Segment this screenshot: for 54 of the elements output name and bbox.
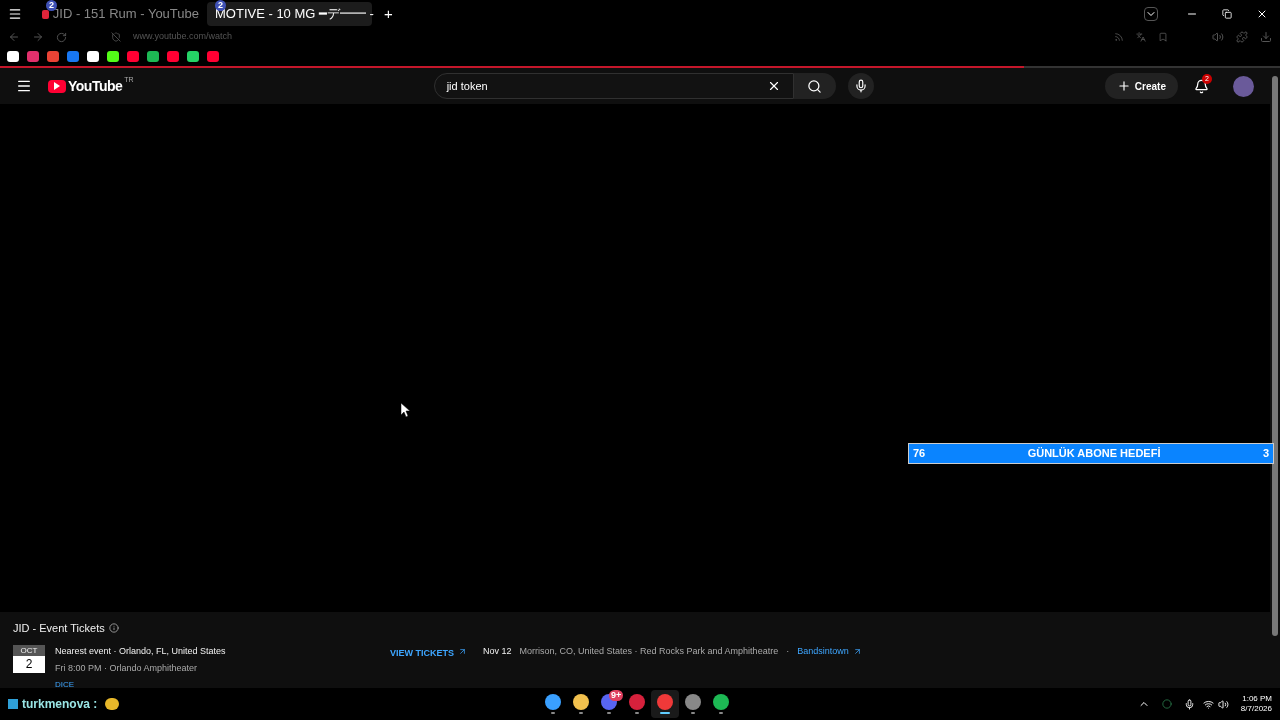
cursor-icon	[401, 403, 410, 417]
event-date: Nov 12	[483, 644, 512, 658]
plus-icon	[1116, 79, 1131, 93]
scrollbar[interactable]	[1270, 68, 1280, 688]
taskbar-app[interactable]: 9+	[595, 690, 624, 718]
bookmark-icon[interactable]	[147, 50, 159, 62]
chat-username: turkmenova :	[22, 696, 98, 713]
view-tickets-link[interactable]: VIEW TICKETS	[390, 646, 467, 660]
date-badge: OCT 2	[13, 644, 45, 689]
ticket-source-link[interactable]: DICE	[55, 679, 390, 689]
separator: ·	[786, 644, 790, 658]
goal-title: GÜNLÜK ABONE HEDEFİ	[1026, 446, 1162, 462]
microphone-icon	[853, 79, 868, 93]
event-detail: Morrison, CO, United States · Red Rocks Park and Amphitheatre	[519, 644, 779, 658]
download-icon[interactable]	[1260, 31, 1272, 43]
external-link-icon	[852, 646, 862, 656]
event-headline: Nearest event · Orlando, FL, United States	[55, 644, 227, 658]
close-icon[interactable]	[1256, 8, 1268, 20]
menu-icon[interactable]	[8, 7, 22, 21]
external-link-icon	[458, 646, 467, 656]
goal-target: 3	[1262, 446, 1269, 462]
emote-icon	[105, 698, 120, 710]
event-detail: Fri 8:00 PM · Orlando Amphitheater	[55, 662, 199, 675]
section-title: JID - Event Tickets	[13, 621, 105, 636]
search-field[interactable]: jid token	[433, 73, 794, 99]
search-button[interactable]	[793, 73, 836, 99]
clock[interactable]: 1:06 PM 8/7/2026	[1240, 694, 1272, 714]
voice-search-button[interactable]	[847, 73, 874, 99]
stream-icon	[8, 699, 18, 709]
microphone-icon[interactable]	[1183, 698, 1195, 710]
create-button[interactable]: Create	[1104, 73, 1178, 99]
taskbar-app[interactable]	[651, 690, 680, 718]
search-icon	[807, 78, 823, 94]
bookmark-icon[interactable]	[107, 50, 119, 62]
bookmark-icon[interactable]	[7, 50, 19, 62]
info-icon[interactable]	[108, 623, 119, 634]
bookmark-icon[interactable]	[187, 50, 199, 62]
app-badge: 9+	[609, 690, 624, 701]
network-icon[interactable]	[1202, 698, 1214, 710]
video-icon	[42, 9, 49, 19]
goal-current: 76	[913, 446, 926, 462]
browser-tab[interactable]: 2 MOTIVE - 10 MG ━デ━━ -	[207, 2, 372, 26]
notifications-icon[interactable]	[1194, 78, 1209, 94]
avatar[interactable]	[1233, 75, 1254, 97]
restore-icon[interactable]	[1222, 9, 1232, 19]
menu-icon[interactable]	[16, 78, 32, 94]
new-tab-button[interactable]: +	[384, 2, 393, 26]
volume-icon[interactable]	[1217, 698, 1229, 710]
logo-icon	[48, 79, 66, 93]
tab-list-icon[interactable]	[1144, 7, 1158, 21]
youtube-logo[interactable]: YouTube	[68, 75, 123, 97]
ticket-source-link[interactable]: Bandsintown	[797, 644, 862, 658]
tab-badge: 2	[46, 0, 57, 11]
bookmark-icon[interactable]	[87, 50, 99, 62]
